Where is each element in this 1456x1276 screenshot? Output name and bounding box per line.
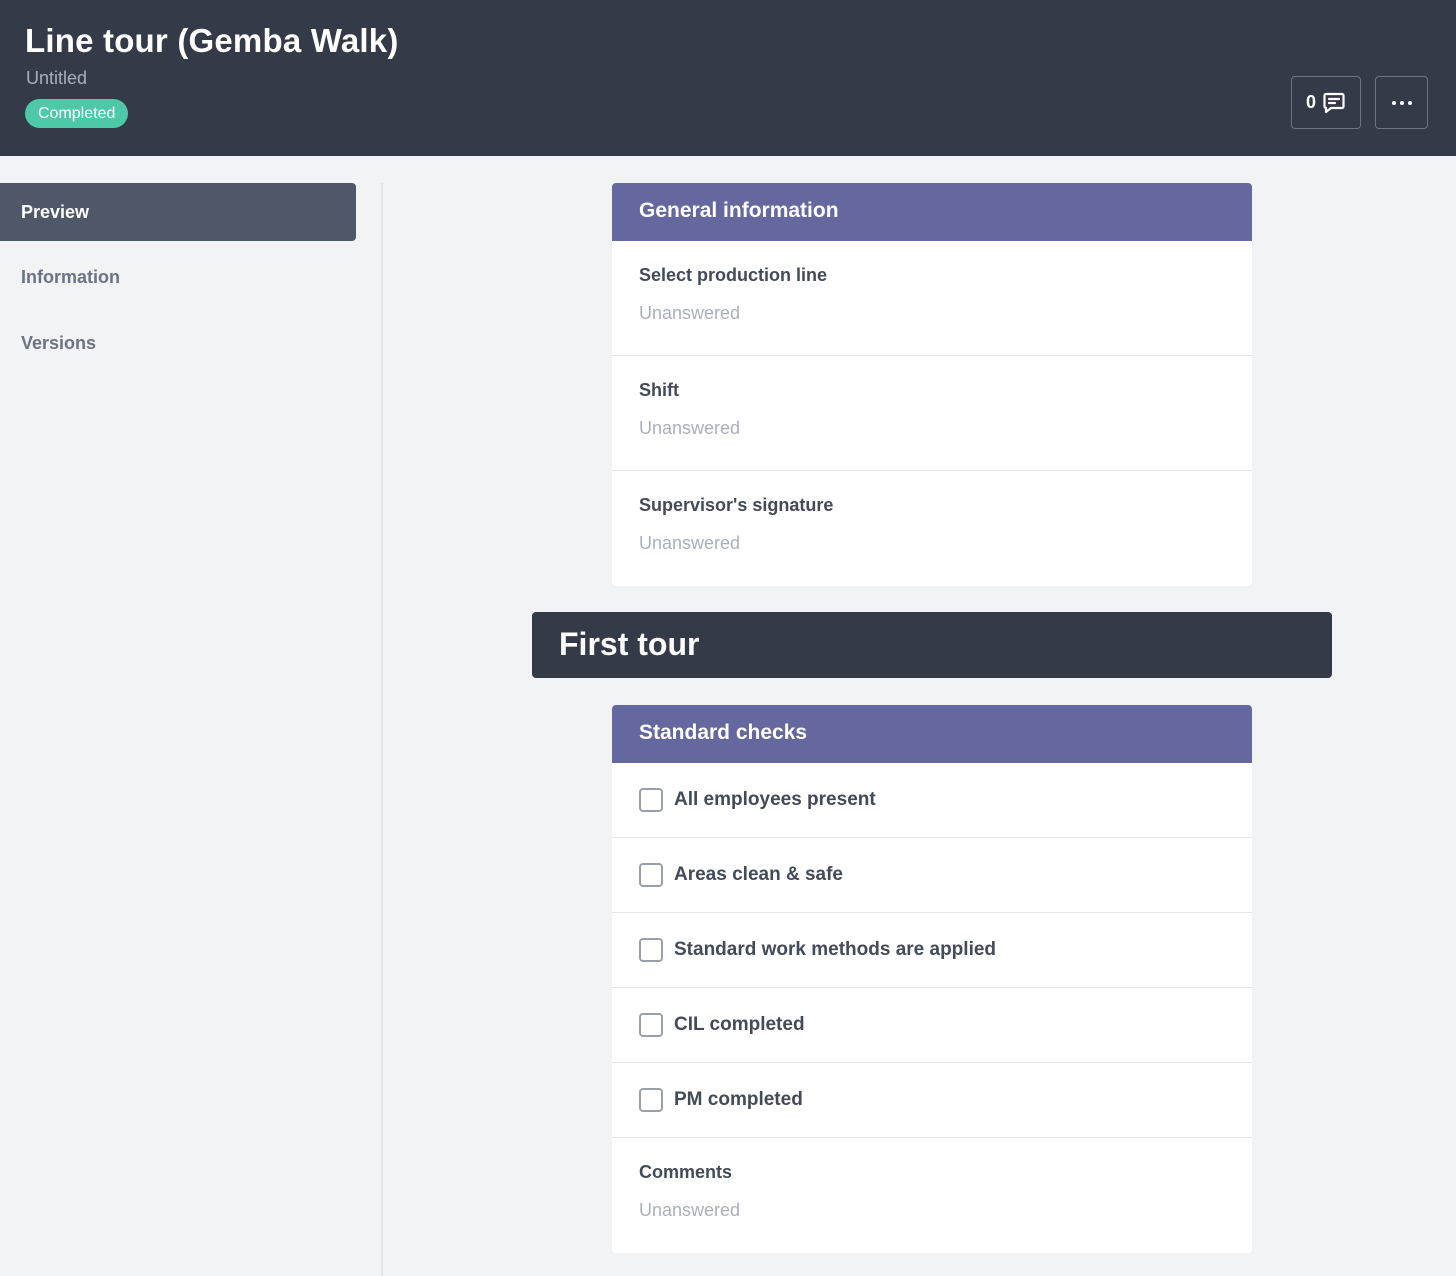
check-label: Areas clean & safe (674, 864, 843, 885)
field-supervisor-signature[interactable]: Supervisor's signature Unanswered (612, 471, 1252, 586)
more-icon (1391, 100, 1412, 105)
page-header: Line tour (Gemba Walk) Untitled Complete… (0, 0, 1456, 156)
sidebar-item-versions[interactable]: Versions (0, 314, 356, 372)
comments-button[interactable]: 0 (1291, 76, 1361, 129)
check-label: PM completed (674, 1089, 803, 1110)
field-value: Unanswered (639, 418, 741, 438)
field-label: Comments (639, 1162, 733, 1182)
field-value: Unanswered (639, 1200, 741, 1220)
standard-checks-heading: Standard checks (612, 705, 1252, 763)
field-label: Supervisor's signature (639, 495, 834, 515)
check-label: Standard work methods are applied (674, 939, 997, 960)
field-value: Unanswered (639, 303, 741, 323)
check-label: All employees present (674, 789, 876, 810)
checkbox[interactable] (639, 788, 663, 812)
check-item[interactable]: PM completed (612, 1063, 1252, 1138)
checkbox[interactable] (639, 1088, 663, 1112)
page-subtitle: Untitled (26, 68, 88, 88)
field-comments[interactable]: Comments Unanswered (612, 1138, 1252, 1253)
field-value: Unanswered (639, 533, 741, 553)
comment-icon (1323, 92, 1345, 113)
field-label: Select production line (639, 265, 828, 285)
comments-count: 0 (1305, 92, 1316, 112)
section-title: First tour (532, 612, 1332, 678)
checkbox[interactable] (639, 863, 663, 887)
check-item[interactable]: All employees present (612, 763, 1252, 838)
check-label: CIL completed (674, 1014, 805, 1035)
sidebar: Preview Information Versions (0, 156, 383, 1276)
field-production-line[interactable]: Select production line Unanswered (612, 241, 1252, 356)
check-item[interactable]: Areas clean & safe (612, 838, 1252, 913)
general-information-heading: General information (612, 183, 1252, 241)
sidebar-divider (381, 183, 383, 1276)
checkbox[interactable] (639, 938, 663, 962)
check-item[interactable]: CIL completed (612, 988, 1252, 1063)
field-shift[interactable]: Shift Unanswered (612, 356, 1252, 471)
checkbox[interactable] (639, 1013, 663, 1037)
sidebar-item-preview[interactable]: Preview (0, 183, 356, 241)
field-label: Shift (639, 380, 679, 400)
more-options-button[interactable] (1375, 76, 1428, 129)
sidebar-item-information[interactable]: Information (0, 248, 356, 306)
status-badge: Completed (25, 99, 129, 128)
page-title: Line tour (Gemba Walk) (25, 22, 399, 59)
general-information-card: General information Select production li… (612, 183, 1252, 586)
standard-checks-card: Standard checks All employees present Ar… (612, 705, 1252, 1253)
check-item[interactable]: Standard work methods are applied (612, 913, 1252, 988)
